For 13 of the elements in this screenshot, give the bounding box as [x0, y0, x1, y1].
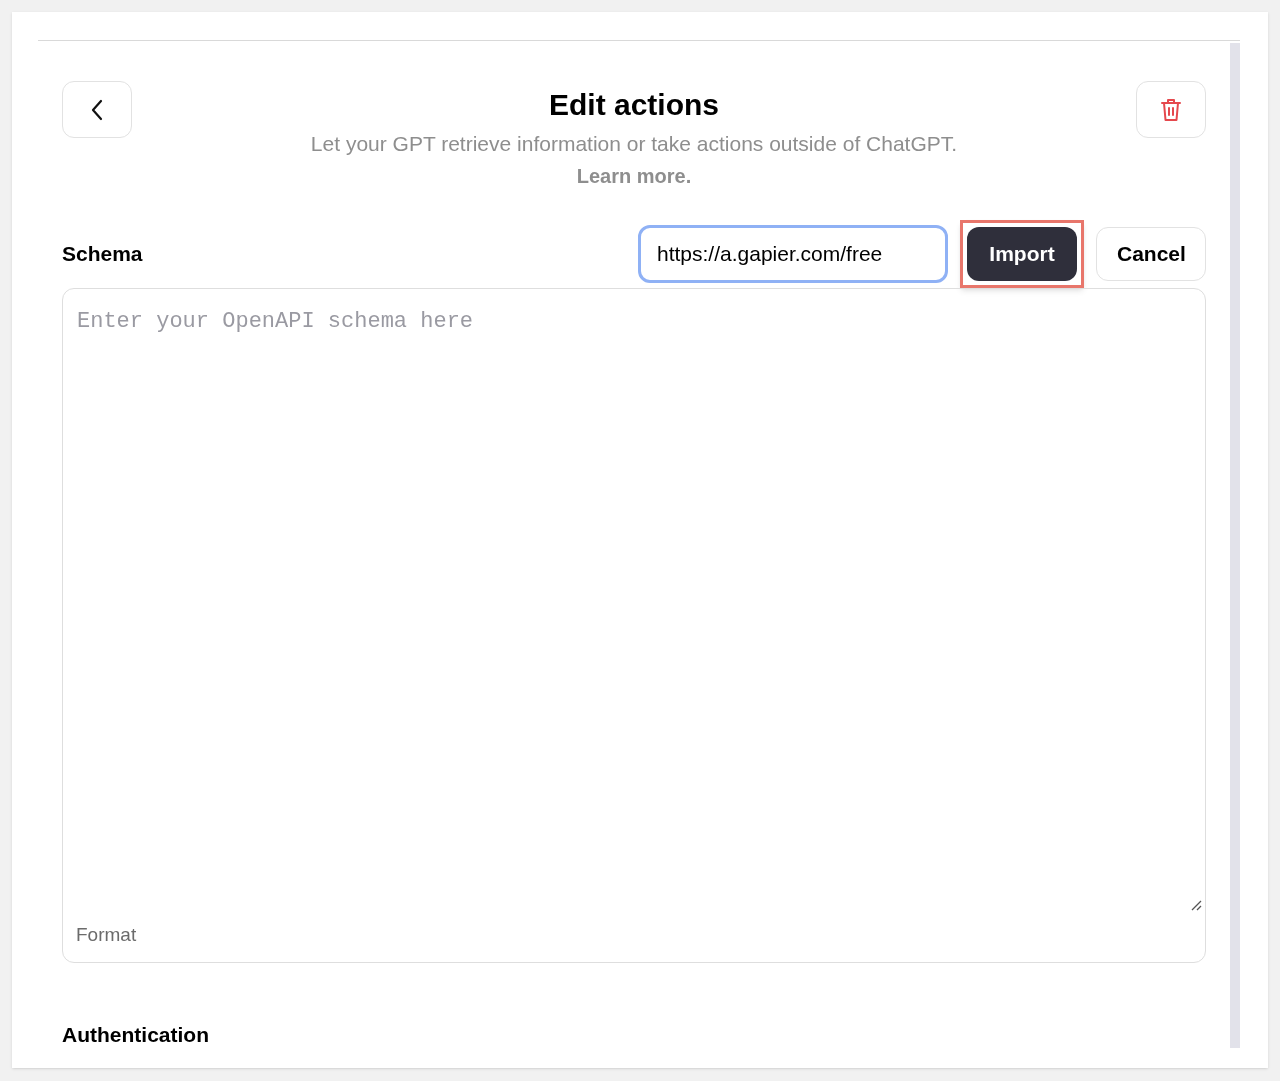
authentication-label: Authentication [62, 1022, 210, 1048]
chevron-left-icon [90, 98, 104, 121]
trash-icon [1160, 97, 1182, 122]
format-label: Format [76, 922, 137, 947]
cancel-button[interactable]: Cancel [1096, 227, 1206, 281]
dialog-subtitle: Let your GPT retrieve information or take actions outside of ChatGPT. [310, 131, 958, 157]
dialog-title: Edit actions [548, 87, 719, 123]
import-button[interactable]: Import [967, 227, 1077, 281]
url-field[interactable]: https://a.gapier.com/free [638, 225, 948, 283]
resize-handle-icon[interactable] [1190, 899, 1202, 911]
delete-button[interactable] [1136, 81, 1206, 138]
schema-label: Schema [62, 241, 143, 268]
scrollbar[interactable] [1230, 43, 1240, 1048]
